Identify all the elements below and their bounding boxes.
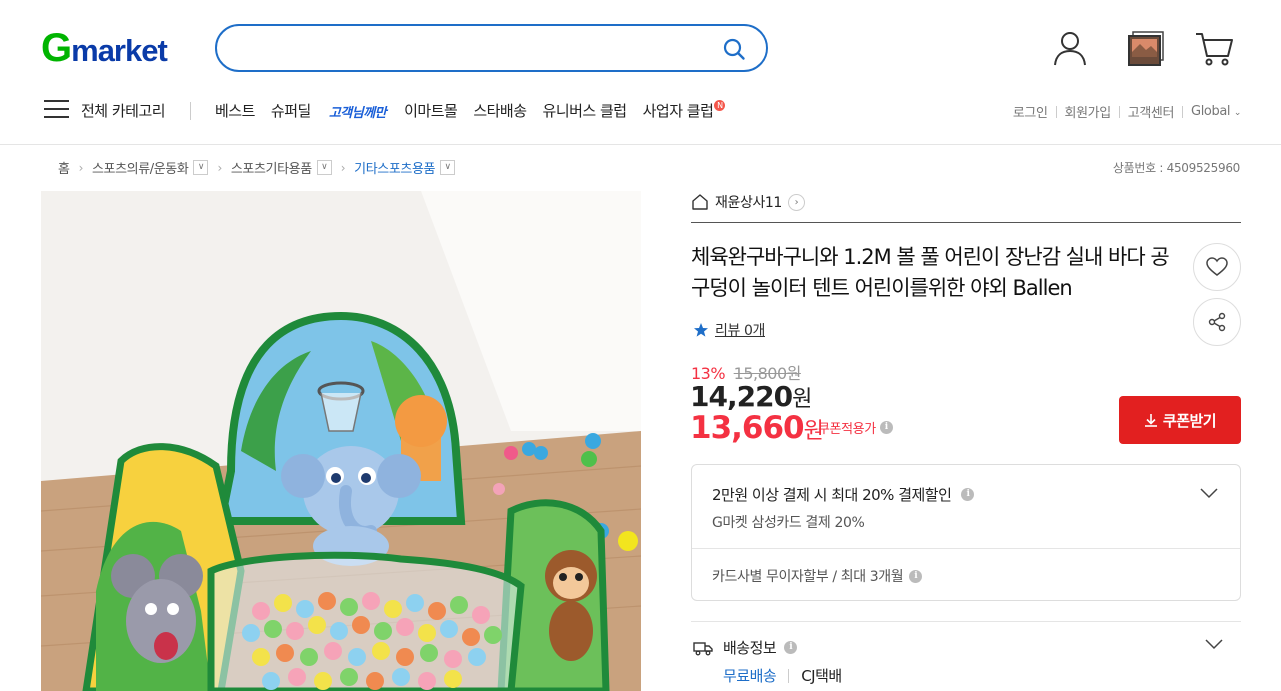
review-link[interactable]: 리뷰 0개 (693, 320, 765, 340)
product-image[interactable] (41, 191, 641, 691)
carrier-label: CJ택배 (801, 667, 842, 685)
user-icon[interactable] (1050, 28, 1090, 68)
shipping-divider (691, 621, 1241, 622)
shipping-details: 무료배송 CJ택배 (723, 665, 842, 686)
nav-item-emart[interactable]: 이마트몰 (404, 100, 458, 121)
info-icon[interactable]: i (909, 569, 923, 583)
share-button[interactable] (1193, 298, 1241, 346)
nav-item-universe-club[interactable]: 유니버스 클럽 (543, 100, 628, 121)
header-divider (0, 144, 1281, 145)
chevron-down-icon[interactable]: ∨ (193, 160, 209, 175)
product-number: 상품번호 : 4509525960 (1112, 161, 1240, 175)
new-badge: N (714, 100, 726, 111)
chevron-right-icon: › (340, 160, 346, 175)
global-link[interactable]: Global ⌄ (1191, 104, 1241, 119)
chevron-right-icon: › (217, 160, 222, 175)
nav-item-best[interactable]: 베스트 (215, 100, 255, 121)
sale-price: 14,220원 (690, 380, 812, 413)
info-icon[interactable]: i (961, 488, 975, 501)
review-count: 리뷰 0개 (715, 323, 765, 339)
search-input[interactable] (237, 34, 717, 62)
recent-viewed-icon[interactable] (1126, 28, 1166, 68)
search-bar[interactable] (215, 24, 768, 72)
breadcrumb: 홈 › 스포츠의류/운동화 ∨ › 스포츠기타용품 ∨ › 기타스포츠용품 ∨ (58, 158, 456, 177)
store-link[interactable]: 재윤상사11 › (691, 192, 805, 212)
customer-center-link[interactable]: 고객센터 (1128, 102, 1175, 121)
coupon-price: 13,660원 (690, 410, 824, 446)
nav-item-superdeal[interactable]: 슈퍼딜 (271, 100, 311, 121)
chevron-down-icon[interactable] (1205, 638, 1223, 650)
chevron-right-icon: › (787, 193, 805, 211)
chevron-down-icon[interactable] (1200, 487, 1218, 499)
main-nav: 전체 카테고리 베스트 슈퍼딜 고객님께만 이마트몰 스타배송 유니버스 클럽 … (0, 92, 1281, 128)
share-icon (1208, 312, 1226, 332)
info-icon[interactable]: i (879, 421, 893, 434)
chevron-down-icon: ⌄ (1233, 108, 1242, 118)
free-shipping-label: 무료배송 (723, 667, 777, 685)
shipping-title: 배송정보 (723, 639, 777, 657)
shipping-info-row[interactable]: 배송정보 i (693, 637, 798, 658)
installment-row: 카드사별 무이자할부 / 최대 3개월 i (712, 566, 923, 586)
installment-text: 카드사별 무이자할부 / 최대 3개월 (712, 569, 904, 585)
gmarket-logo[interactable]: Gmarket (41, 28, 168, 71)
cart-icon[interactable] (1194, 28, 1234, 68)
ball-pit-tent-illustration (41, 191, 641, 691)
breadcrumb-home[interactable]: 홈 (58, 158, 70, 177)
product-title: 체육완구바구니와 1.2M 볼 풀 어린이 장난감 실내 바다 공 구덩이 놀이… (691, 245, 1170, 300)
truck-icon (693, 641, 713, 655)
benefit-divider (692, 548, 1240, 549)
nav-item-customer-only[interactable]: 고객님께만 (327, 102, 388, 121)
nav-menu: 베스트 슈퍼딜 고객님께만 이마트몰 스타배송 유니버스 클럽 사업자 클럽 N (215, 100, 726, 121)
info-icon[interactable]: i (784, 641, 798, 654)
signup-link[interactable]: 회원가입 (1065, 102, 1112, 121)
coupon-price-label: 쿠폰적용가 i (818, 418, 893, 437)
chevron-right-icon: › (78, 160, 84, 175)
chevron-down-icon[interactable]: ∨ (440, 160, 456, 175)
payment-benefit-box[interactable]: 2만원 이상 결제 시 최대 20% 결제할인 i G마켓 삼성카드 결제 20… (691, 464, 1241, 601)
nav-item-star-delivery[interactable]: 스타배송 (473, 100, 527, 121)
breadcrumb-level-1[interactable]: 스포츠의류/운동화 (92, 158, 189, 177)
store-name: 재윤상사11 (715, 195, 782, 211)
search-icon[interactable] (722, 37, 746, 61)
download-icon (1144, 414, 1157, 427)
star-icon (694, 323, 708, 337)
benefit-subtitle: G마켓 삼성카드 결제 20% (712, 515, 865, 531)
login-link[interactable]: 로그인 (1013, 102, 1048, 121)
breadcrumb-level-2[interactable]: 스포츠기타용품 (231, 158, 312, 177)
nav-divider (190, 102, 191, 120)
breadcrumb-level-3[interactable]: 기타스포츠용품 (354, 158, 435, 177)
nav-item-business-club[interactable]: 사업자 클럽 N (643, 100, 726, 121)
menu-icon[interactable] (44, 100, 69, 120)
utility-links: 로그인 회원가입 고객센터 Global ⌄ (1013, 102, 1242, 121)
benefit-title: 2만원 이상 결제 시 최대 20% 결제할인 (712, 486, 952, 504)
home-icon (692, 194, 708, 210)
all-categories-button[interactable]: 전체 카테고리 (81, 100, 166, 121)
benefit-title-row: 2만원 이상 결제 시 최대 20% 결제할인 i (712, 484, 975, 505)
chevron-down-icon[interactable]: ∨ (316, 160, 332, 175)
heart-icon (1206, 257, 1228, 276)
get-coupon-button[interactable]: 쿠폰받기 (1119, 396, 1241, 444)
store-divider (691, 222, 1241, 223)
wishlist-button[interactable] (1193, 243, 1241, 291)
